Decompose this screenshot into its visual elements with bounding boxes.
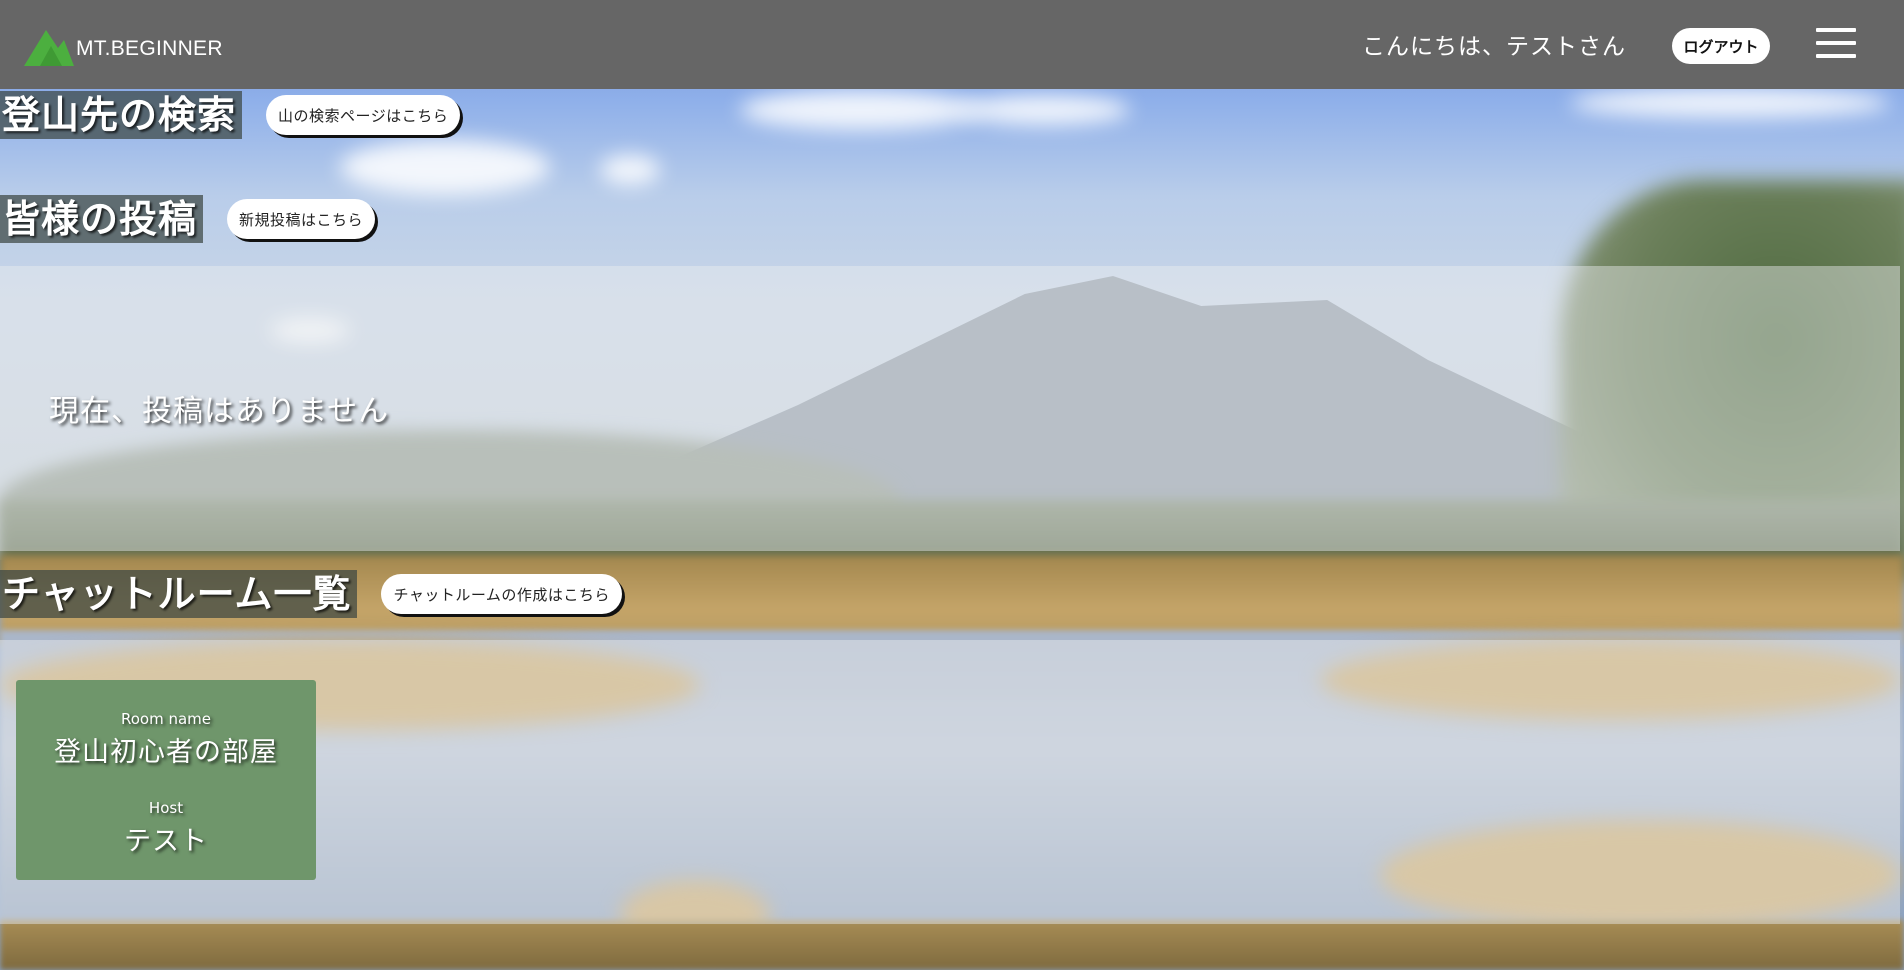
logout-button[interactable]: ログアウト: [1672, 28, 1770, 64]
mountain-search-button[interactable]: 山の検索ページはこちら: [266, 95, 461, 135]
top-header: MT.BEGINNER こんにちは、テストさん ログアウト: [0, 0, 1904, 89]
logo-text: MT.BEGINNER: [76, 37, 223, 60]
host-label: Host: [148, 799, 184, 817]
search-heading: 登山先の検索: [0, 91, 243, 139]
posts-heading: 皆様の投稿: [0, 195, 204, 243]
chat-heading: チャットルーム一覧: [0, 570, 358, 618]
chatroom-card[interactable]: Room name 登山初心者の部屋 Host テスト: [16, 680, 316, 880]
posts-section-header: 皆様の投稿 新規投稿はこちら: [0, 195, 376, 243]
room-name: 登山初心者の部屋: [54, 737, 278, 768]
host-name: テスト: [124, 826, 208, 857]
new-post-button[interactable]: 新規投稿はこちら: [227, 199, 376, 239]
hamburger-menu-icon[interactable]: [1816, 28, 1858, 62]
posts-panel: 現在、投稿はありません: [0, 266, 1900, 551]
site-logo[interactable]: MT.BEGINNER: [24, 26, 223, 66]
no-posts-message: 現在、投稿はありません: [49, 394, 390, 429]
chat-section-header: チャットルーム一覧 チャットルームの作成はこちら: [0, 570, 622, 618]
room-name-label: Room name: [120, 710, 212, 728]
search-section-header: 登山先の検索 山の検索ページはこちら: [0, 91, 461, 139]
chatroom-panel: Room name 登山初心者の部屋 Host テスト: [0, 640, 1900, 924]
create-chatroom-button[interactable]: チャットルームの作成はこちら: [381, 574, 622, 614]
user-greeting: こんにちは、テストさん: [1362, 34, 1626, 60]
mountain-logo-icon: [24, 30, 74, 66]
